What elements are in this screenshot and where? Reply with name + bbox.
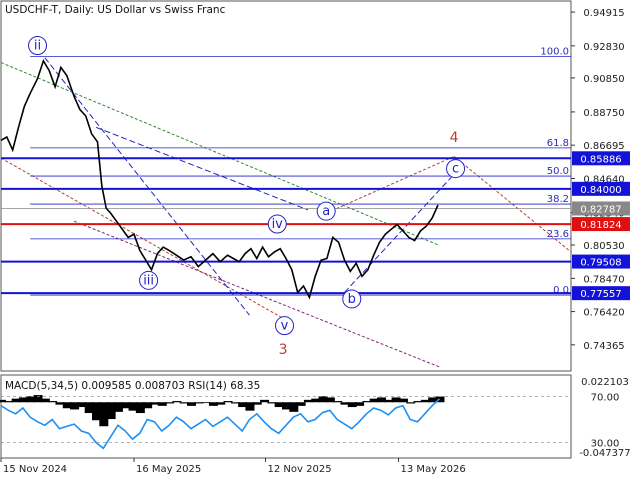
wave-label: c — [452, 162, 459, 177]
price-axis-label: 0.94915 — [583, 8, 624, 19]
fib-level-label: 38.2 — [547, 194, 569, 205]
fib-level-label: 50.0 — [547, 166, 569, 177]
price-axis: 0.949150.928300.908500.887500.866950.846… — [571, 8, 625, 352]
price-axis-label: 0.76420 — [583, 308, 624, 319]
wave-label: iv — [272, 217, 284, 232]
macd-bar — [252, 402, 262, 405]
wave-label: b — [348, 292, 356, 307]
price-chart: USDCHF-T, Daily: US Dollar vs Swiss Fran… — [0, 0, 631, 475]
price-level-tag-label: 0.79508 — [580, 258, 621, 269]
indicator-axis-label: 70.00 — [591, 393, 620, 404]
indicator-axis-label: 0.022103 — [581, 377, 629, 388]
macd-bar — [355, 402, 365, 406]
price-level-tag-label: 0.85886 — [580, 154, 621, 165]
price-axis-label: 0.92830 — [583, 42, 624, 53]
fib-level-label: 100.0 — [540, 46, 569, 57]
macd-bar — [48, 401, 58, 403]
wave-label-major: 3 — [279, 342, 288, 358]
price-level-tag-label: 0.84000 — [580, 185, 621, 196]
macd-bar — [398, 398, 408, 403]
indicator-axis: 0.02210370.0030.00-0.047377 — [579, 377, 630, 459]
chart-title: USDCHF-T, Daily: US Dollar vs Swiss Fran… — [5, 4, 226, 16]
time-axis-label: 15 Nov 2024 — [3, 464, 67, 475]
macd-bar — [406, 402, 416, 404]
price-axis-label: 0.86695 — [583, 141, 624, 152]
price-axis-label: 0.74365 — [583, 341, 624, 352]
wave-label-major: 4 — [450, 130, 459, 146]
wave-label: a — [322, 204, 330, 219]
macd-bar — [333, 401, 343, 403]
time-axis-label: 13 May 2026 — [401, 464, 466, 475]
indicator-axis-label: -0.047377 — [579, 448, 630, 459]
price-axis-label: 0.90850 — [583, 74, 624, 85]
macd-bar — [172, 401, 182, 403]
macd-bar — [260, 399, 270, 403]
price-axis-label: 0.80530 — [583, 241, 624, 252]
wave-label: v — [281, 319, 289, 334]
price-level-tag-label: 0.81824 — [580, 220, 621, 231]
time-axis: 15 Nov 2024 16 May 2025 12 Nov 2025 13 May … — [0, 458, 466, 475]
fib-level-label: 0.0 — [553, 285, 569, 296]
wave-label: iii — [143, 273, 154, 288]
price-axis-label: 0.88750 — [583, 108, 624, 119]
indicator-title: MACD(5,34,5) 0.009585 0.008703 RSI(14) 6… — [5, 380, 260, 392]
macd-bar — [216, 402, 226, 405]
macd-bar — [296, 402, 306, 406]
time-axis-label: 12 Nov 2025 — [268, 464, 332, 475]
fib-level-label: 61.8 — [547, 138, 569, 149]
macd-bar — [223, 401, 233, 403]
price-level-tag-label: 0.82787 — [580, 204, 621, 215]
price-axis-label: 0.78470 — [583, 274, 624, 285]
wave-label: ii — [34, 39, 41, 54]
price-level-tag-label: 0.77557 — [580, 289, 621, 300]
time-axis-label: 16 May 2025 — [136, 464, 201, 475]
macd-bar — [165, 402, 175, 404]
fib-level-label: 23.6 — [547, 229, 569, 240]
